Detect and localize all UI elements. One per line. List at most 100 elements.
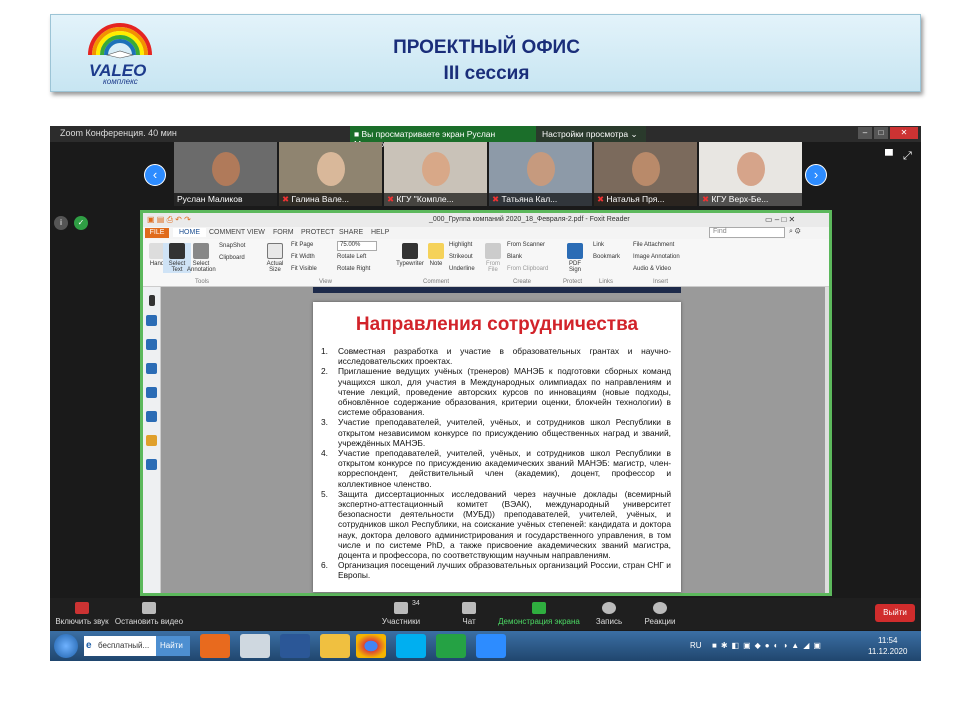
folder-icon[interactable] [320, 634, 350, 658]
zoom-titlebar: Zoom Конференция. 40 мин ■ Вы просматрив… [50, 126, 921, 149]
quick-access-icon[interactable]: ▣ ▤ ⎙ ↶ ↷ [147, 215, 191, 225]
underline-button[interactable]: Underline [449, 266, 475, 272]
image-annotation-button[interactable]: Image Annotation [633, 254, 680, 260]
select-annotation-button[interactable]: Select Annotation [187, 243, 216, 273]
file-attachment-button[interactable]: File Attachment [633, 242, 674, 248]
start-button[interactable] [54, 634, 78, 658]
maximize-icon[interactable]: □ [874, 127, 888, 139]
info-icon[interactable]: i [54, 216, 68, 230]
actual-size-button[interactable]: Actual Size [261, 243, 289, 273]
zoom-window: Zoom Конференция. 40 мин ■ Вы просматрив… [50, 126, 921, 661]
pdf-page: Направления сотрудничества 1. Совместная … [313, 302, 681, 592]
security-shield-icon[interactable]: ✓ [74, 216, 88, 230]
window-controls[interactable]: ▭ – □ ✕ [765, 215, 795, 224]
snapshot-button[interactable]: SnapShot [219, 243, 245, 249]
tray-icons[interactable]: ■✱◧▣◆●◐◑▲◢▣ [712, 641, 825, 650]
slide-title-line2: III сессия [443, 63, 530, 84]
reactions-button[interactable]: Реакции [640, 602, 680, 626]
from-clipboard-button[interactable]: From Clipboard [507, 266, 548, 272]
chrome-icon[interactable] [356, 634, 386, 658]
video-camera-icon [142, 602, 156, 614]
minimize-icon[interactable]: – [858, 127, 872, 139]
taskbar-search-input[interactable]: бесплатный... [84, 636, 156, 656]
zoom-select[interactable]: 75.00% [337, 241, 377, 251]
participant-tile[interactable]: ✖ Галина Вале... [279, 142, 382, 206]
fullscreen-icon[interactable]: ⤢ [903, 150, 912, 163]
participant-name: Татьяна Кал... [501, 194, 558, 204]
smile-icon [653, 602, 667, 614]
pages-icon[interactable] [146, 339, 157, 350]
find-input[interactable]: Find [709, 227, 785, 238]
pdf-sign-button[interactable]: PDF Sign [563, 243, 587, 273]
participant-tile[interactable]: ✖ Наталья Пря... [594, 142, 697, 206]
shield-icon: ■ [354, 129, 362, 139]
rotate-left-button[interactable]: Rotate Left [337, 254, 366, 260]
share-screen-button[interactable]: Демонстрация экрана [496, 602, 582, 626]
signature-icon[interactable] [146, 459, 157, 470]
fit-width-button[interactable]: Fit Width [291, 254, 315, 260]
unmute-button[interactable]: Включить звук [54, 602, 110, 626]
note-button[interactable]: Note [425, 243, 447, 267]
media-player-icon[interactable] [200, 634, 230, 658]
group-protect: Protect [563, 279, 583, 285]
comments-icon[interactable] [146, 387, 157, 398]
bookmark-button[interactable]: Bookmark [593, 254, 620, 260]
strikeout-button[interactable]: Strikeout [449, 254, 473, 260]
from-file-button[interactable]: From File [483, 243, 503, 273]
group-links: Links [599, 279, 614, 285]
document-canvas[interactable]: Направления сотрудничества 1. Совместная … [161, 287, 825, 593]
leave-meeting-button[interactable]: Выйти [875, 604, 915, 622]
bookmark-icon[interactable] [146, 315, 157, 326]
participant-name: Галина Вале... [291, 194, 349, 204]
view-options-button[interactable]: Настройки просмотра ⌄ [536, 126, 646, 142]
group-view: View [319, 279, 332, 285]
participant-tile[interactable]: ✖ КГУ Верх-Бе... [699, 142, 802, 206]
list-item: 4. Участие преподавателей, учителей, учён… [321, 448, 671, 489]
taskbar-find-button[interactable]: Найти [156, 636, 190, 656]
vertical-scrollbar[interactable] [825, 287, 829, 593]
clipboard-button[interactable]: Clipboard [219, 255, 245, 261]
email-icon[interactable] [436, 634, 466, 658]
list-item: 6. Организация посещений лучших образоват… [321, 560, 671, 581]
taskbar-clock[interactable]: 11:54 11.12.2020 [868, 635, 907, 657]
participant-tile[interactable]: Руслан Маликов [174, 142, 277, 206]
from-scanner-button[interactable]: From Scanner [507, 242, 545, 248]
participant-tile[interactable]: ✖ Татьяна Кал... [489, 142, 592, 206]
close-icon[interactable]: ✕ [890, 127, 918, 139]
highlight-button[interactable]: Highlight [449, 242, 472, 248]
typewriter-button[interactable]: Typewriter [393, 243, 427, 267]
tab-share[interactable]: SHARE [333, 228, 369, 237]
rotate-right-button[interactable]: Rotate Right [337, 266, 370, 272]
prev-page-icon[interactable]: ‹ [144, 164, 166, 186]
word-icon[interactable] [280, 634, 310, 658]
chat-icon [462, 602, 476, 614]
tab-file[interactable]: FILE [145, 228, 169, 238]
stop-video-button[interactable]: Остановить видео [114, 602, 184, 626]
expand-panel-icon[interactable] [149, 295, 155, 306]
record-button[interactable]: Запись [592, 602, 626, 626]
fit-page-button[interactable]: Fit Page [291, 242, 313, 248]
search-icon[interactable]: ⌕ ⚙ [789, 228, 801, 236]
list-item: 3. Участие преподавателей, учителей, учён… [321, 417, 671, 448]
document-icon[interactable] [240, 634, 270, 658]
chat-button[interactable]: Чат [454, 602, 484, 626]
next-page-icon[interactable]: › [805, 164, 827, 186]
attachment-icon[interactable] [146, 411, 157, 422]
tab-home[interactable]: HOME [173, 228, 206, 237]
reader-titlebar: ▣ ▤ ⎙ ↶ ↷ _000_Группа компаний 2020_18_Ф… [143, 213, 829, 227]
participant-tile[interactable]: ✖ КГУ "Компле... [384, 142, 487, 206]
lock-icon[interactable] [146, 435, 157, 446]
fit-visible-button[interactable]: Fit Visible [291, 266, 317, 272]
speaker-view-icon[interactable]: ▀ [885, 150, 893, 162]
participant-name: Наталья Пря... [606, 194, 665, 204]
page-icon [267, 243, 283, 259]
skype-icon[interactable] [396, 634, 426, 658]
tab-help[interactable]: HELP [365, 228, 395, 237]
zoom-app-icon[interactable] [476, 634, 506, 658]
blank-button[interactable]: Blank [507, 254, 522, 260]
link-button[interactable]: Link [593, 242, 604, 248]
audio-video-button[interactable]: Audio & Video [633, 266, 671, 272]
participant-name: Руслан Маликов [174, 193, 277, 206]
language-indicator[interactable]: RU [690, 641, 702, 650]
layers-icon[interactable] [146, 363, 157, 374]
